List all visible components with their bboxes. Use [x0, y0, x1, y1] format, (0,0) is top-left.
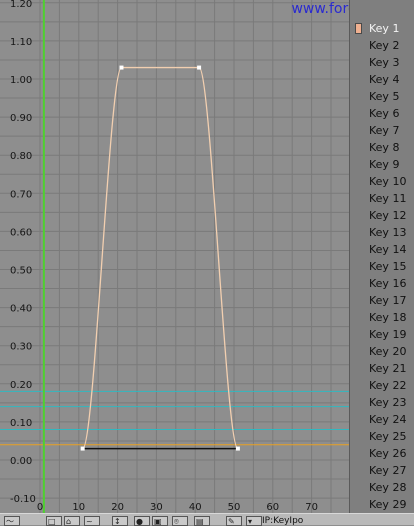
- y-axis-tick-label: 0.60: [10, 227, 32, 238]
- key-color-swatch: [355, 23, 362, 34]
- y-axis-tick-label: 0.50: [10, 266, 32, 277]
- key-label: Key 19: [369, 328, 407, 341]
- key-label: Key 2: [369, 39, 400, 52]
- y-axis-tick-label: 0.40: [10, 304, 32, 315]
- ipo-graph-svg[interactable]: 1.20 1.10 1.00 0.90 0.80 0.70 0.60 0.50 0.40 0.30…: [0, 0, 351, 513]
- key-list-item[interactable]: Key 3: [350, 54, 414, 71]
- key-list-item[interactable]: Key 21: [350, 360, 414, 377]
- shape-key-list[interactable]: Key 1 Key 2 Key 3 Key 4 Key 5 Key 6 Key 7 Key 8…: [349, 0, 414, 513]
- ipo-graph-area[interactable]: 1.20 1.10 1.00 0.90 0.80 0.70 0.60 0.50 0.40 0.30…: [0, 0, 351, 513]
- y-axis-tick-label: 0.30: [10, 342, 32, 353]
- key-list-item[interactable]: Key 8: [350, 139, 414, 156]
- key-label: Key 26: [369, 447, 407, 460]
- key-list-item[interactable]: Key 19: [350, 326, 414, 343]
- ipo-header-bar: 〜 □ ⌂ ~ ↕ ● ▣ ⌾ ▤ ✎ ▾ IP:KeyIpo: [0, 513, 414, 526]
- y-axis-tick-label: 1.20: [10, 0, 32, 10]
- x-axis-tick-label: 0: [37, 502, 43, 513]
- key-label: Key 21: [369, 362, 407, 375]
- x-axis-tick-label: 50: [228, 502, 241, 513]
- key-label: Key 14: [369, 243, 407, 256]
- x-axis-tick-label: 10: [72, 502, 85, 513]
- y-axis-tick-label: 0.80: [10, 151, 32, 162]
- key-label: Key 16: [369, 277, 407, 290]
- key-list-item[interactable]: Key 5: [350, 88, 414, 105]
- x-axis-tick-label: 60: [266, 502, 279, 513]
- key-label: Key 20: [369, 345, 407, 358]
- key-list-item[interactable]: Key 25: [350, 428, 414, 445]
- key-list-item[interactable]: Key 20: [350, 343, 414, 360]
- key-label: Key 8: [369, 141, 400, 154]
- key-label: Key 4: [369, 73, 400, 86]
- key-label: Key 22: [369, 379, 407, 392]
- x-axis-tick-label: 70: [305, 502, 318, 513]
- key-list-item[interactable]: Key 17: [350, 292, 414, 309]
- curve-vertex[interactable]: [119, 65, 124, 70]
- key-list-item[interactable]: Key 15: [350, 258, 414, 275]
- key-list-item[interactable]: Key 6: [350, 105, 414, 122]
- key-list-item[interactable]: Key 22: [350, 377, 414, 394]
- x-axis-tick-label: 40: [189, 502, 202, 513]
- key-label: Key 28: [369, 481, 407, 494]
- curve-vertex[interactable]: [80, 446, 85, 451]
- x-axis-tick-label: 30: [150, 502, 163, 513]
- key-list-item[interactable]: Key 23: [350, 394, 414, 411]
- key-label: Key 3: [369, 56, 400, 69]
- curve-vertex[interactable]: [197, 65, 202, 70]
- key-label: Key 27: [369, 464, 407, 477]
- key-list-item[interactable]: Key 12: [350, 207, 414, 224]
- key-list-item[interactable]: Key 9: [350, 156, 414, 173]
- key-label: Key 17: [369, 294, 407, 307]
- y-axis-tick-label: 0.20: [10, 380, 32, 391]
- key-label: Key 13: [369, 226, 407, 239]
- key-list-item[interactable]: Key 24: [350, 411, 414, 428]
- key-label: Key 12: [369, 209, 407, 222]
- curve-vertex[interactable]: [235, 446, 240, 451]
- y-axis-tick-label: 0.70: [10, 189, 32, 200]
- key-label: Key 24: [369, 413, 407, 426]
- y-axis-tick-label: 1.10: [10, 37, 32, 48]
- key-label: Key 5: [369, 90, 400, 103]
- x-axis-tick-label: 20: [111, 502, 124, 513]
- key-list-item[interactable]: Key 7: [350, 122, 414, 139]
- key-label: Key 18: [369, 311, 407, 324]
- key-label: Key 7: [369, 124, 400, 137]
- y-axis-tick-label: 0.10: [10, 418, 32, 429]
- key-list-item[interactable]: Key 1: [350, 20, 414, 37]
- key-list-item[interactable]: Key 18: [350, 309, 414, 326]
- key-label: Key 23: [369, 396, 407, 409]
- key-list-item[interactable]: Key 2: [350, 37, 414, 54]
- graph-background: [0, 0, 349, 513]
- key-label: Key 6: [369, 107, 400, 120]
- key-label: Key 9: [369, 158, 400, 171]
- key-list-item[interactable]: Key 13: [350, 224, 414, 241]
- key-list-item[interactable]: Key 11: [350, 190, 414, 207]
- y-axis-tick-label: -0.10: [10, 494, 36, 505]
- key-list-item[interactable]: Key 16: [350, 275, 414, 292]
- y-axis-tick-label: 0.90: [10, 113, 32, 124]
- key-list-item[interactable]: Key 4: [350, 71, 414, 88]
- key-label: Key 1: [369, 22, 400, 35]
- key-list-item[interactable]: Key 10: [350, 173, 414, 190]
- key-label: Key 29: [369, 498, 407, 511]
- key-list-item[interactable]: Key 26: [350, 445, 414, 462]
- key-list-item[interactable]: Key 28: [350, 479, 414, 496]
- key-label: Key 11: [369, 192, 407, 205]
- key-list-item[interactable]: Key 27: [350, 462, 414, 479]
- key-list-item[interactable]: Key 14: [350, 241, 414, 258]
- key-label: Key 25: [369, 430, 407, 443]
- y-axis-tick-label: 1.00: [10, 75, 32, 86]
- key-label: Key 15: [369, 260, 407, 273]
- key-list-item[interactable]: Key 29: [350, 496, 414, 513]
- key-label: Key 10: [369, 175, 407, 188]
- y-axis-tick-label: 0.00: [10, 456, 32, 467]
